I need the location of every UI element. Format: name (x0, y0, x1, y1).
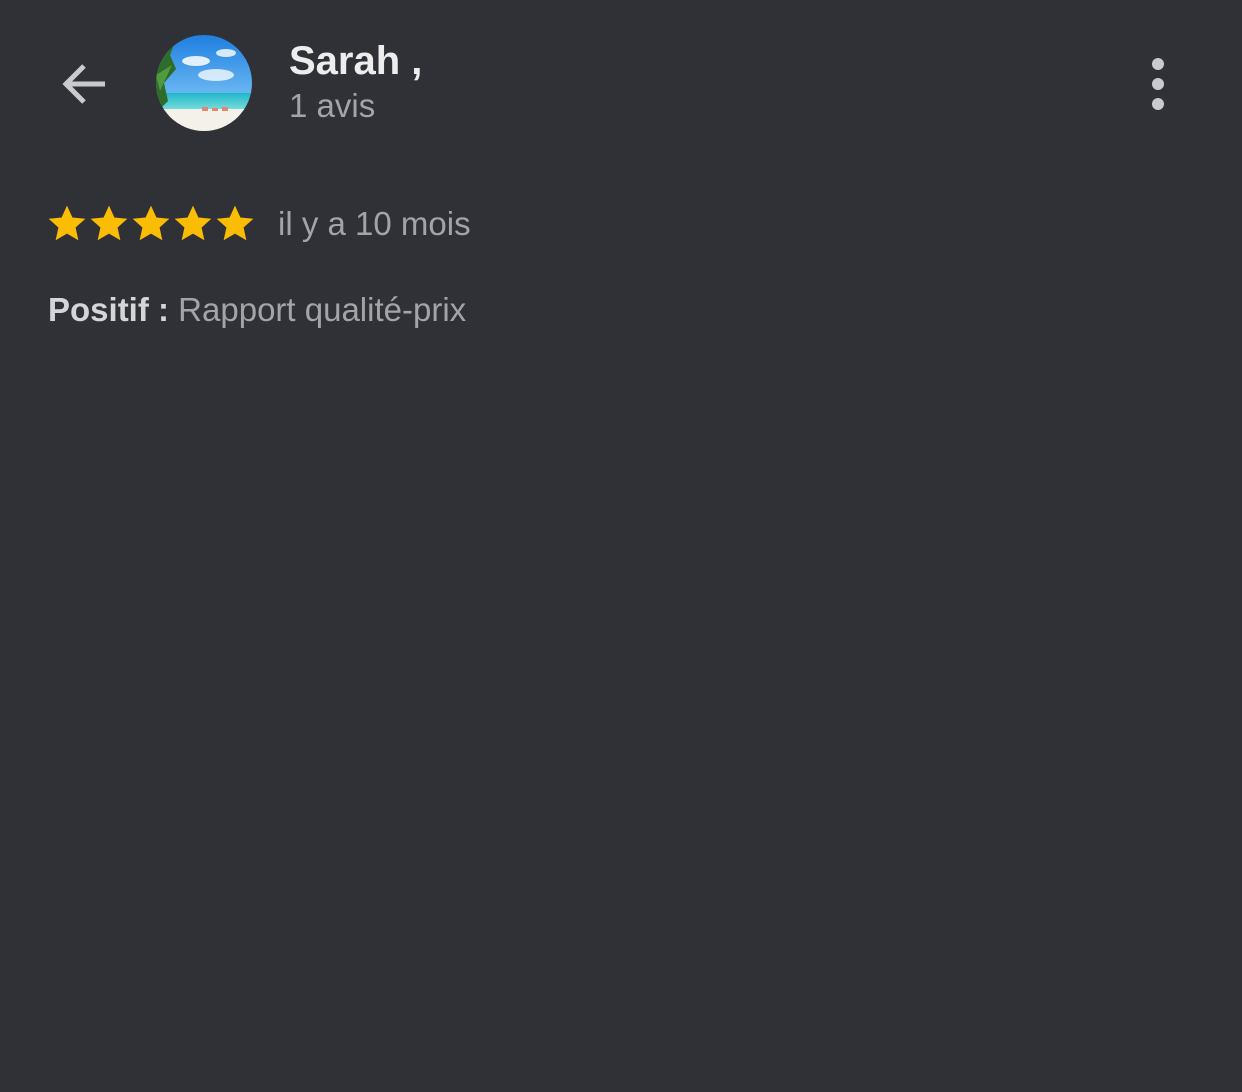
more-vertical-icon (1152, 58, 1164, 110)
arrow-left-icon (62, 64, 105, 104)
more-options-button[interactable] (1130, 50, 1186, 118)
positive-label: Positif : (48, 291, 169, 328)
beach-photo-icon (156, 35, 252, 131)
star-icon (216, 205, 254, 241)
star-icon (174, 205, 212, 241)
positive-value: Rapport qualité-prix (178, 291, 467, 328)
review-count: 1 avis (289, 87, 376, 124)
star-icon (48, 205, 86, 241)
user-info: Sarah , 1 avis (289, 38, 422, 128)
star-icon (132, 205, 170, 241)
star-icon (90, 205, 128, 241)
review-body: Positif : Rapport qualité-prix (48, 288, 466, 332)
review-date: il y a 10 mois (278, 205, 471, 242)
user-name[interactable]: Sarah , (289, 38, 422, 84)
avatar[interactable] (156, 35, 252, 131)
star-rating (46, 203, 256, 245)
rating-row: il y a 10 mois (46, 200, 471, 248)
app-bar: Sarah , 1 avis (0, 0, 1242, 160)
back-button[interactable] (50, 50, 118, 118)
